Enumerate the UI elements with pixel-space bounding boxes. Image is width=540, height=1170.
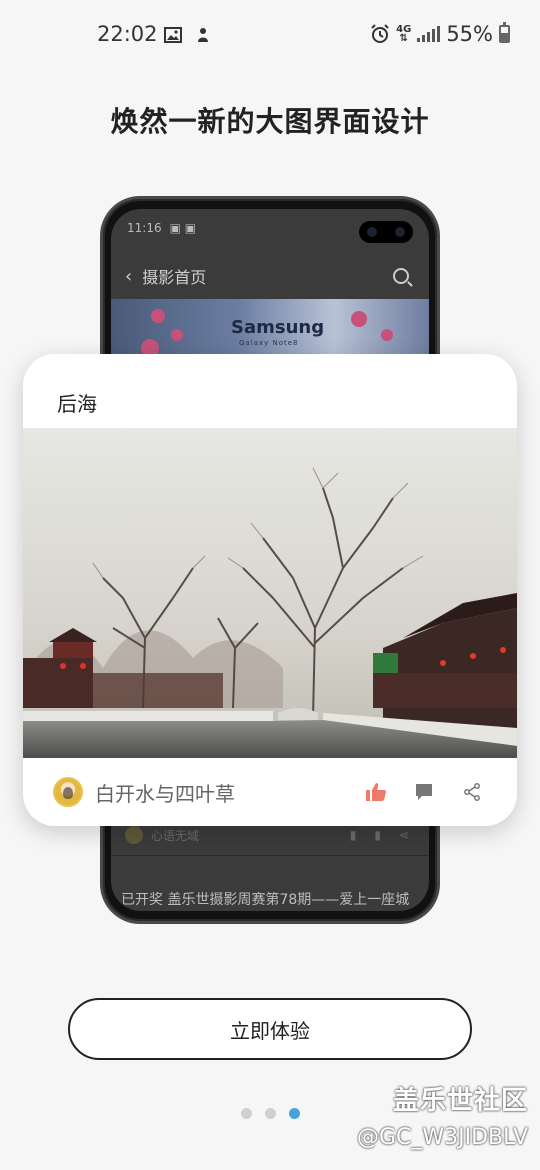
page-title: 焕然一新的大图界面设计 (110, 105, 430, 138)
image-notification-icon (163, 25, 183, 45)
try-now-button[interactable]: 立即体验 (68, 998, 472, 1060)
post-card[interactable]: 后海 白开水与四叶草 (23, 354, 517, 826)
app-notification-icon (193, 25, 213, 45)
phone-user-label: 心语无域 (151, 828, 200, 843)
alarm-icon (370, 24, 390, 44)
mini-avatar (125, 826, 143, 844)
watermark-line-1: 盖乐世社区 (392, 1086, 528, 1116)
camera-cutout (359, 221, 413, 243)
post-photo[interactable] (23, 428, 517, 758)
phone-nav-title: 摄影首页 (142, 268, 207, 287)
brand-subtext: Galaxy Note8 (239, 339, 299, 347)
comment-icon[interactable] (413, 781, 435, 803)
page-dot-active[interactable] (288, 1108, 300, 1119)
share-icon[interactable] (461, 781, 483, 803)
back-icon: ‹ (125, 265, 133, 287)
avatar[interactable] (53, 777, 83, 807)
status-time: 22:02 (97, 22, 158, 46)
network-type: 4G ⇅ (396, 24, 412, 44)
watermark-line-2: @GC_W3JIDBLV (356, 1125, 528, 1150)
phone-time: 11:16 (127, 221, 162, 235)
page-dot[interactable] (264, 1108, 276, 1119)
battery-icon (499, 22, 510, 43)
status-bar: 22:02 4G ⇅ 55% (0, 22, 540, 52)
page-dot[interactable] (240, 1108, 252, 1119)
post-title: 后海 (57, 392, 97, 416)
brand-text: Samsung (231, 317, 325, 338)
battery-percent: 55% (446, 22, 493, 46)
signal-icon (417, 26, 441, 42)
watermark: 盖乐世社区 @GC_W3JIDBLV (357, 1080, 528, 1150)
search-icon (393, 268, 409, 284)
like-icon[interactable] (365, 781, 387, 803)
author-name[interactable]: 白开水与四叶草 (95, 778, 235, 807)
phone-caption: 已开奖 盖乐世摄影周赛第78期——爱上一座城 (121, 892, 410, 908)
